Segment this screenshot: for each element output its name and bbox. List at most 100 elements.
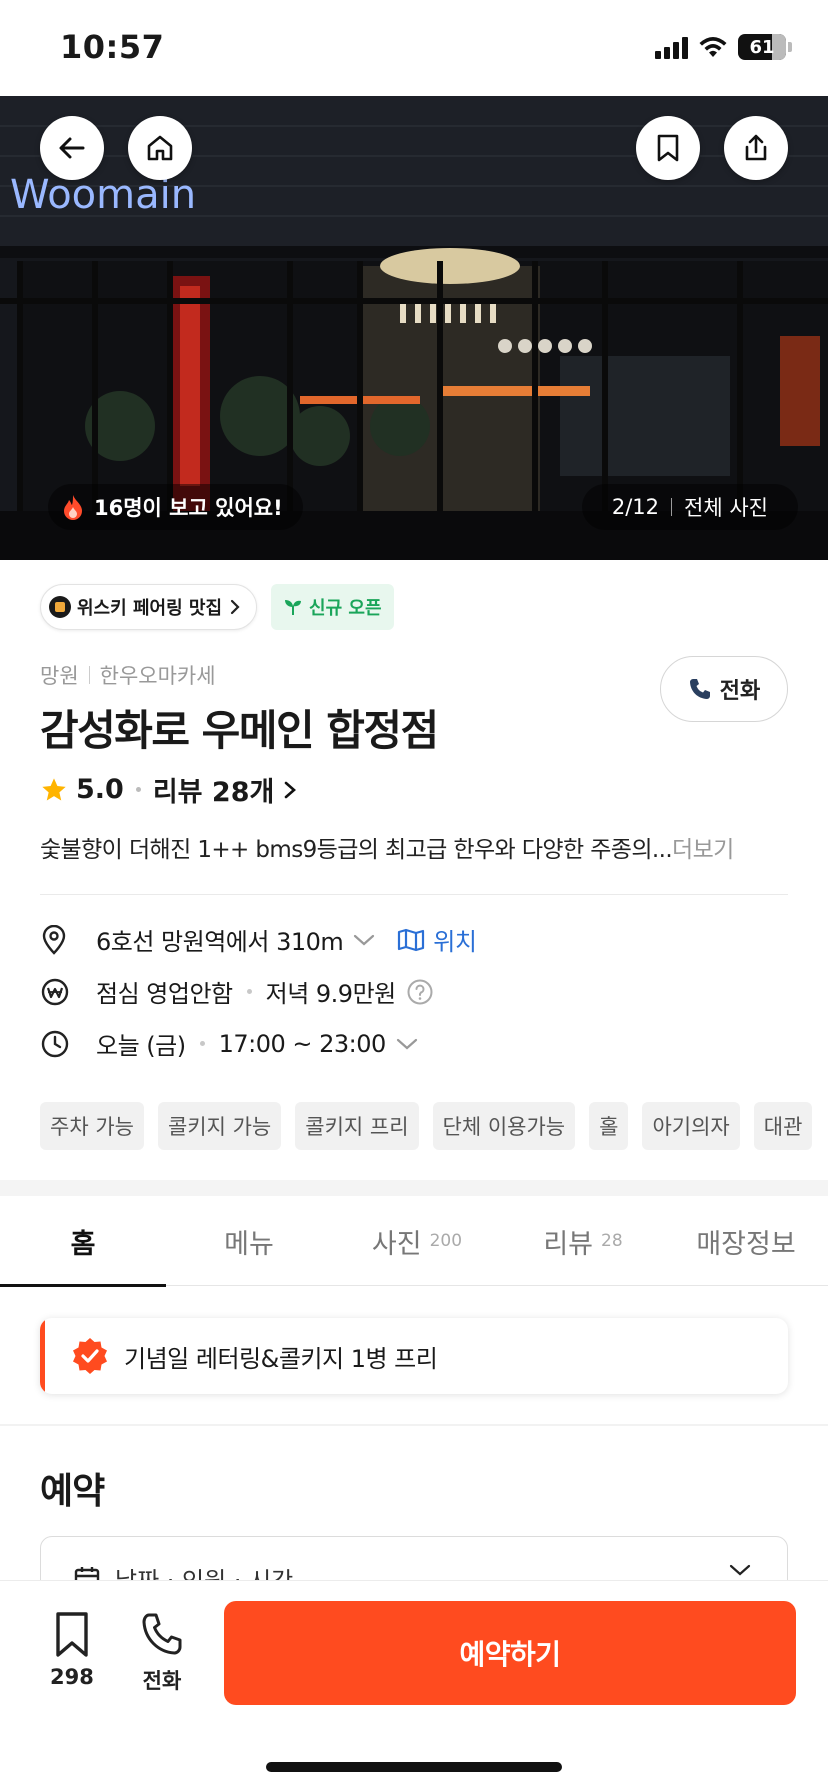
dinner-text: 저녁 9.9만원 <box>265 980 397 1008</box>
share-icon <box>745 134 767 161</box>
help-icon[interactable] <box>406 978 434 1006</box>
amenity-tag: 콜키지 프리 <box>295 1102 419 1150</box>
location-link-label: 위치 <box>433 928 477 956</box>
tab-label: 리뷰 <box>543 1228 594 1260</box>
bottom-call-button[interactable]: 전화 <box>140 1611 184 1695</box>
amenity-tag: 주차 가능 <box>40 1102 144 1150</box>
location-row: 6호선 망원역에서 310m 위치 <box>40 922 477 957</box>
page-title: 감성화로 우메인 합정점 <box>40 706 439 755</box>
category-label[interactable]: 한우오마카세 <box>100 660 216 690</box>
sprout-icon <box>285 600 302 615</box>
tab-count: 28 <box>601 1231 623 1251</box>
location-map-link[interactable]: 위치 <box>397 922 477 957</box>
badge-row: 위스키 페어링 맛집 신규 오픈 <box>40 584 394 630</box>
clock-icon <box>41 1030 69 1057</box>
bookmark-icon <box>56 1612 88 1657</box>
amenity-tag: 단체 이용가능 <box>432 1102 576 1150</box>
pin-icon <box>42 924 66 955</box>
tab-count: 200 <box>429 1231 463 1251</box>
bookmark-count: 298 <box>50 1665 94 1689</box>
battery-level: 61 <box>749 36 775 58</box>
amenity-tag: 콜키지 가능 <box>157 1102 282 1150</box>
status-time: 10:57 <box>60 28 165 66</box>
amenity-tag: 대관 <box>753 1102 813 1150</box>
viewers-indicator: 16명이 보고 있어요! <box>48 484 303 530</box>
price-row: 점심 영업안함 저녁 9.9만원 <box>40 974 434 1009</box>
home-indicator <box>266 1762 562 1772</box>
chevron-down-icon[interactable] <box>353 933 375 947</box>
photo-index: 2/12 <box>611 495 660 519</box>
call-button-label: 전화 <box>719 679 761 704</box>
area-label[interactable]: 망원 <box>40 660 79 690</box>
whisky-glass-icon <box>49 596 71 618</box>
breadcrumb: 망원 한우오마카세 <box>40 660 216 690</box>
tab-bar: 홈 메뉴 사진 200 리뷰 28 매장정보 <box>0 1196 828 1287</box>
tab-store-info[interactable]: 매장정보 <box>664 1196 828 1286</box>
status-icons: 61 <box>655 34 792 60</box>
phone-icon <box>142 1613 182 1655</box>
won-icon <box>41 978 69 1005</box>
new-open-badge: 신규 오픈 <box>271 584 394 630</box>
reviews-link[interactable]: 리뷰 28개 <box>153 770 275 809</box>
bookmark-icon <box>657 134 679 162</box>
promo-banner[interactable]: 기념일 레터링&콜키지 1병 프리 <box>40 1318 788 1394</box>
back-arrow-icon <box>59 137 85 159</box>
chevron-down-icon <box>729 1564 751 1576</box>
store-description: 숯불향이 더해진 1++ bms9등급의 최고급 한우와 다양한 주종의...더… <box>40 830 790 864</box>
home-icon <box>147 135 173 161</box>
reserve-button[interactable]: 예약하기 <box>224 1601 796 1705</box>
all-photos-button[interactable]: 2/12 전체 사진 <box>581 484 798 530</box>
promo-text: 기념일 레터링&콜키지 1병 프리 <box>124 1344 438 1373</box>
today-text: 오늘 (금) <box>96 1032 186 1060</box>
chevron-right-icon <box>230 599 240 615</box>
map-icon <box>398 928 425 951</box>
star-icon <box>42 777 66 800</box>
tab-photos[interactable]: 사진 200 <box>332 1196 502 1286</box>
tab-label: 사진 <box>371 1228 422 1260</box>
rating-row: 5.0 리뷰 28개 <box>40 770 298 809</box>
call-button[interactable]: 전화 <box>660 656 788 722</box>
cellular-signal-icon <box>655 35 688 59</box>
back-button[interactable] <box>40 116 104 180</box>
wifi-icon <box>699 37 727 57</box>
section-separator <box>0 1424 828 1426</box>
hours-text[interactable]: 17:00 ~ 23:00 <box>219 1030 387 1058</box>
status-bar: 10:57 61 <box>0 0 828 96</box>
distance-text[interactable]: 6호선 망원역에서 310m <box>96 922 344 957</box>
verified-icon <box>73 1338 107 1374</box>
all-photos-label: 전체 사진 <box>684 496 768 520</box>
tab-menu[interactable]: 메뉴 <box>166 1196 332 1286</box>
tab-home[interactable]: 홈 <box>0 1196 166 1287</box>
tab-label: 매장정보 <box>696 1228 796 1260</box>
bottom-call-label: 전화 <box>142 1669 182 1693</box>
phone-icon <box>689 679 710 699</box>
hero-photo[interactable]: Woomain 16명이 보고 있어요! 2/12 전체 사진 <box>0 96 828 560</box>
amenity-tag: 홀 <box>589 1102 629 1150</box>
tab-label: 홈 <box>70 1228 96 1260</box>
rating-value: 5.0 <box>76 774 124 805</box>
viewers-text: 16명이 보고 있어요! <box>94 496 283 520</box>
amenity-tags: 주차 가능 콜키지 가능 콜키지 프리 단체 이용가능 홀 아기의자 대관 <box>40 1102 813 1150</box>
bottom-bookmark-button[interactable]: 298 <box>50 1611 94 1689</box>
tab-reviews[interactable]: 리뷰 28 <box>502 1196 664 1286</box>
share-button[interactable] <box>724 116 788 180</box>
lunch-text: 점심 영업안함 <box>96 980 233 1008</box>
tab-label: 메뉴 <box>224 1228 274 1260</box>
description-text: 숯불향이 더해진 1++ bms9등급의 최고급 한우와 다양한 주종의... <box>40 837 673 863</box>
amenity-tag: 아기의자 <box>642 1102 740 1150</box>
chevron-down-icon[interactable] <box>396 1037 418 1051</box>
divider <box>40 894 788 895</box>
more-link[interactable]: 더보기 <box>672 837 734 863</box>
bottom-action-bar: 298 전화 예약하기 <box>0 1580 828 1792</box>
home-button[interactable] <box>128 116 192 180</box>
whisky-pairing-badge[interactable]: 위스키 페어링 맛집 <box>40 584 258 630</box>
chevron-right-icon[interactable] <box>282 780 298 800</box>
bookmark-button[interactable] <box>636 116 700 180</box>
whisky-badge-label: 위스키 페어링 맛집 <box>77 598 223 619</box>
new-open-label: 신규 오픈 <box>309 598 382 619</box>
fire-icon <box>64 495 82 520</box>
section-separator <box>0 1180 828 1196</box>
hours-row: 오늘 (금) 17:00 ~ 23:00 <box>40 1026 418 1061</box>
reservation-title: 예약 <box>40 1471 105 1512</box>
battery-icon: 61 <box>738 34 786 60</box>
